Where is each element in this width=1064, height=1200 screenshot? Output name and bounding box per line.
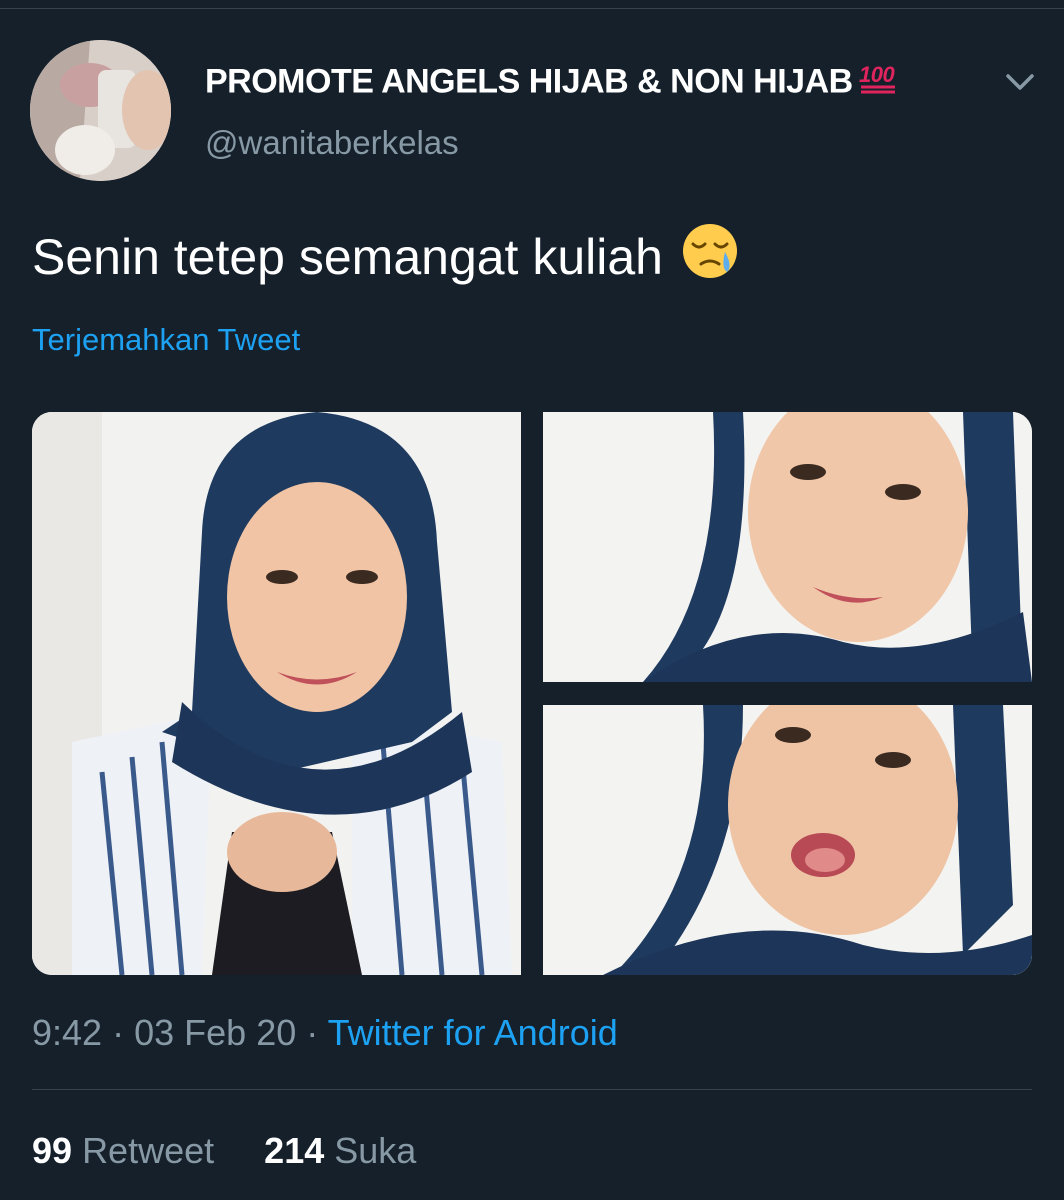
hundred-points-icon: 100: [859, 62, 899, 105]
retweet-stat[interactable]: 99 Retweet: [32, 1130, 224, 1171]
tweet-photo-2[interactable]: [543, 412, 1032, 682]
display-name-text: PROMOTE ANGELS HIJAB & NON HIJAB: [205, 62, 853, 101]
tweet-source-link[interactable]: Twitter for Android: [328, 1012, 618, 1053]
tweet-text-content: Senin tetep semangat kuliah: [32, 229, 663, 285]
user-handle[interactable]: @wanitaberkelas: [205, 124, 459, 162]
photo-1-image: [32, 412, 521, 975]
tweet-meta: 9:42 · 03 Feb 20 · Twitter for Android: [32, 1012, 618, 1054]
photo-3-image: [543, 705, 1032, 975]
like-count: 214: [264, 1130, 325, 1171]
avatar[interactable]: [30, 40, 171, 181]
display-name[interactable]: PROMOTE ANGELS HIJAB & NON HIJAB 100: [205, 62, 899, 105]
tweet-text: Senin tetep semangat kuliah: [32, 222, 739, 292]
stats-divider: [32, 1089, 1032, 1090]
tweet-time[interactable]: 9:42: [32, 1012, 102, 1053]
photo-2-image: [543, 412, 1032, 682]
translate-tweet-link[interactable]: Terjemahkan Tweet: [32, 322, 300, 358]
sad-face-icon: [681, 222, 739, 292]
tweet-photo-1[interactable]: [32, 412, 521, 975]
retweet-label: Retweet: [82, 1130, 215, 1171]
top-divider: [0, 8, 1064, 9]
retweet-count: 99: [32, 1130, 73, 1171]
like-label: Suka: [334, 1130, 417, 1171]
chevron-down-icon[interactable]: [1000, 64, 1040, 100]
tweet-stats: 99 Retweet 214 Suka: [32, 1130, 416, 1172]
meta-separator: ·: [112, 1012, 125, 1053]
tweet-photo-3[interactable]: [543, 705, 1032, 975]
avatar-image: [30, 40, 171, 181]
meta-separator: ·: [306, 1012, 319, 1053]
like-stat[interactable]: 214 Suka: [264, 1130, 416, 1171]
svg-text:100: 100: [859, 62, 895, 87]
tweet-date[interactable]: 03 Feb 20: [134, 1012, 296, 1053]
